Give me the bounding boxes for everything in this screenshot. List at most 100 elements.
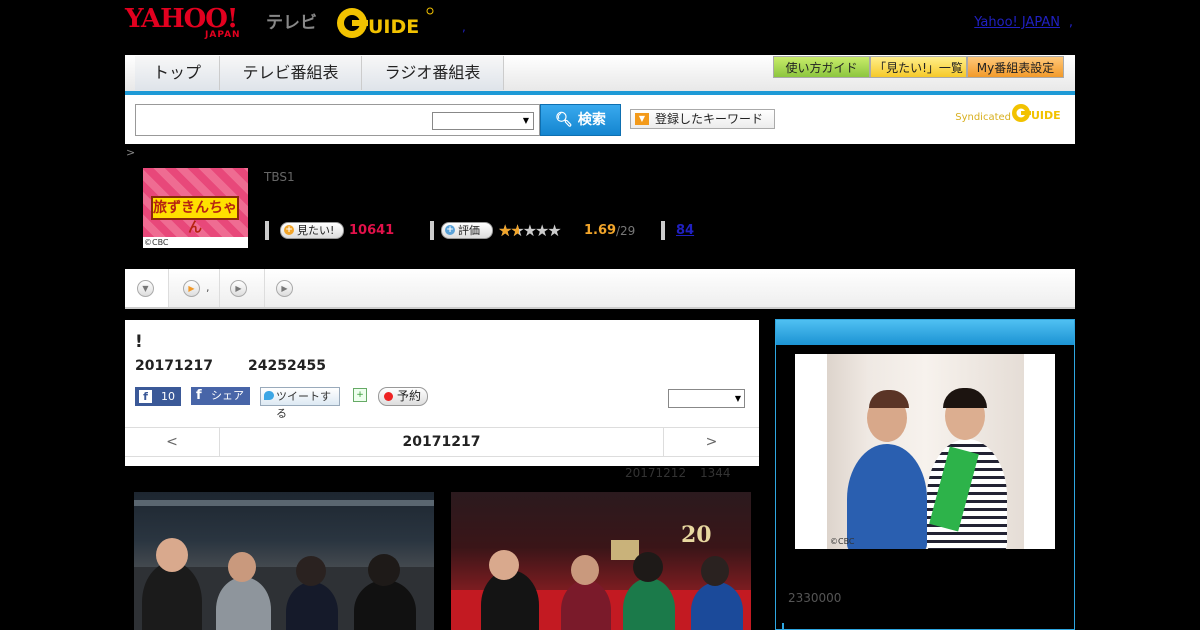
photo-head (156, 538, 188, 572)
svg-text:UIDE: UIDE (368, 16, 419, 38)
want-button-label: 見たい! (297, 224, 335, 237)
tab-top[interactable]: トップ (135, 56, 220, 90)
want-count: 10641 (349, 223, 395, 238)
want-list-button[interactable]: 「見たい!」一覧 (870, 56, 967, 78)
yahoo-japan-label: JAPAN (205, 30, 241, 40)
photo-frame (611, 540, 639, 560)
rate-button-label: 評価 (458, 224, 480, 237)
stars-filled: ★★★★★ (498, 221, 519, 240)
reserve-label: 予約 (397, 389, 422, 403)
photo-head (368, 554, 400, 586)
subtab-4[interactable]: ▶ (265, 269, 300, 307)
review-count-link[interactable]: 84 (676, 223, 694, 238)
chevron-down-icon: ▼ (137, 280, 154, 297)
date-navigation: < 20171217 > (125, 427, 759, 457)
facebook-icon: f (196, 388, 202, 403)
subtab-3[interactable]: ▶ (220, 269, 265, 307)
search-button[interactable]: 🔍︎ 検索 (540, 104, 621, 136)
plus-icon: + (445, 225, 455, 235)
gguide-logo-icon[interactable]: UIDE (335, 6, 435, 40)
photo-head (228, 552, 256, 582)
yahoo-logo[interactable]: YAHOO! (125, 6, 238, 32)
photo-head (489, 550, 519, 580)
play-icon: ▶ (183, 280, 200, 297)
photo-person (847, 444, 927, 549)
facebook-like-button[interactable]: f 10 (135, 387, 181, 406)
rating-count: /29 (616, 224, 636, 238)
play-icon: ▶ (276, 280, 293, 297)
gguide-small-logo-icon: UIDE (1012, 104, 1061, 122)
photo-head (296, 556, 326, 586)
photo-person (623, 578, 675, 630)
sidebar-photo-credit: ©CBC (830, 537, 855, 546)
search-icon: 🔍︎ (555, 112, 573, 128)
rating-value: 1.69 (584, 223, 617, 238)
facebook-share-button[interactable]: f シェア (191, 387, 250, 405)
subtab-1[interactable]: ▼ (125, 269, 169, 307)
breadcrumb: > (126, 146, 136, 159)
subtab-2[interactable]: ▶ , (169, 269, 220, 307)
tab-tv-schedule[interactable]: テレビ番組表 (220, 56, 362, 90)
search-bar: ▼ 🔍︎ 検索 ▼ 登録したキーワード Syndicated UIDE (125, 95, 1075, 144)
twitter-icon (264, 391, 274, 400)
divider (430, 221, 434, 240)
channel-label: TBS1 (264, 170, 295, 184)
program-thumbnail: 旅ずきんちゃん ©CBC (143, 168, 248, 248)
svg-text:UIDE: UIDE (1031, 109, 1061, 122)
sidebar-text: 2330000 (788, 591, 842, 605)
photo-hair (869, 390, 909, 408)
program-photo (134, 492, 434, 630)
subtab-2-label: , (206, 281, 210, 294)
guide-button[interactable]: 使い方ガイド (773, 56, 870, 78)
syndicated-label: Syndicated (955, 112, 1011, 123)
sidebar-header (776, 320, 1074, 345)
header-link-dot: , (1068, 15, 1073, 30)
facebook-icon: f (139, 390, 152, 403)
thumb-title: 旅ずきんちゃん (151, 196, 239, 236)
tv-label: テレビ (266, 13, 317, 33)
program-title: ! (135, 332, 143, 352)
record-icon (384, 392, 393, 401)
reminder-select[interactable]: ▼ (668, 389, 745, 408)
divider (661, 221, 665, 240)
header-dot: , (462, 20, 466, 34)
facebook-share-label: シェア (211, 389, 244, 402)
photo-overpass (134, 500, 434, 506)
photo-head (633, 552, 663, 582)
prev-date-button[interactable]: < (125, 428, 220, 456)
calendar-icon[interactable]: + (353, 388, 367, 402)
tweet-label: ツイートする (276, 390, 331, 420)
chevron-down-icon: ▼ (522, 116, 530, 125)
saved-keywords-label: 登録したキーワード (655, 112, 764, 126)
divider (265, 221, 269, 240)
program-photo: 20 (451, 492, 751, 630)
search-category-select[interactable]: ▼ (432, 112, 534, 130)
want-button[interactable]: + 見たい! (280, 222, 344, 239)
chevron-down-icon: ▼ (734, 394, 741, 403)
update-time: 1344 (700, 466, 731, 480)
yahoo-japan-link[interactable]: Yahoo! JAPAN (974, 15, 1060, 30)
tab-radio-schedule[interactable]: ラジオ番組表 (362, 56, 504, 90)
saved-keywords-button[interactable]: ▼ 登録したキーワード (630, 109, 775, 129)
sidebar-scroll-mark (782, 623, 784, 630)
sub-tabs: ▼ ▶ , ▶ ▶ (125, 269, 1075, 309)
reserve-button[interactable]: 予約 (378, 387, 428, 406)
facebook-like-count: 10 (161, 390, 175, 403)
sidebar: ©CBC 2330000 (775, 319, 1075, 630)
current-date: 20171217 (402, 434, 481, 450)
page: YAHOO! JAPAN テレビ UIDE , Yahoo! JAPAN , ト… (0, 0, 1200, 630)
search-button-label: 検索 (577, 112, 606, 128)
next-date-button[interactable]: > (663, 428, 759, 456)
program-time: 24252455 (248, 358, 326, 374)
my-schedule-button[interactable]: My番組表設定 (967, 56, 1064, 78)
tweet-button[interactable]: ツイートする (260, 387, 340, 420)
header: YAHOO! JAPAN テレビ UIDE , Yahoo! JAPAN , (125, 0, 1075, 52)
rate-button[interactable]: + 評価 (441, 222, 493, 239)
update-date: 20171212 (625, 466, 687, 480)
photo-head (701, 556, 729, 586)
main-nav: トップ テレビ番組表 ラジオ番組表 使い方ガイド 「見たい!」一覧 My番組表設… (125, 55, 1075, 95)
arrow-down-icon: ▼ (635, 113, 649, 125)
plus-icon: + (284, 225, 294, 235)
sidebar-photo (827, 354, 1024, 549)
photo-head (571, 555, 599, 585)
